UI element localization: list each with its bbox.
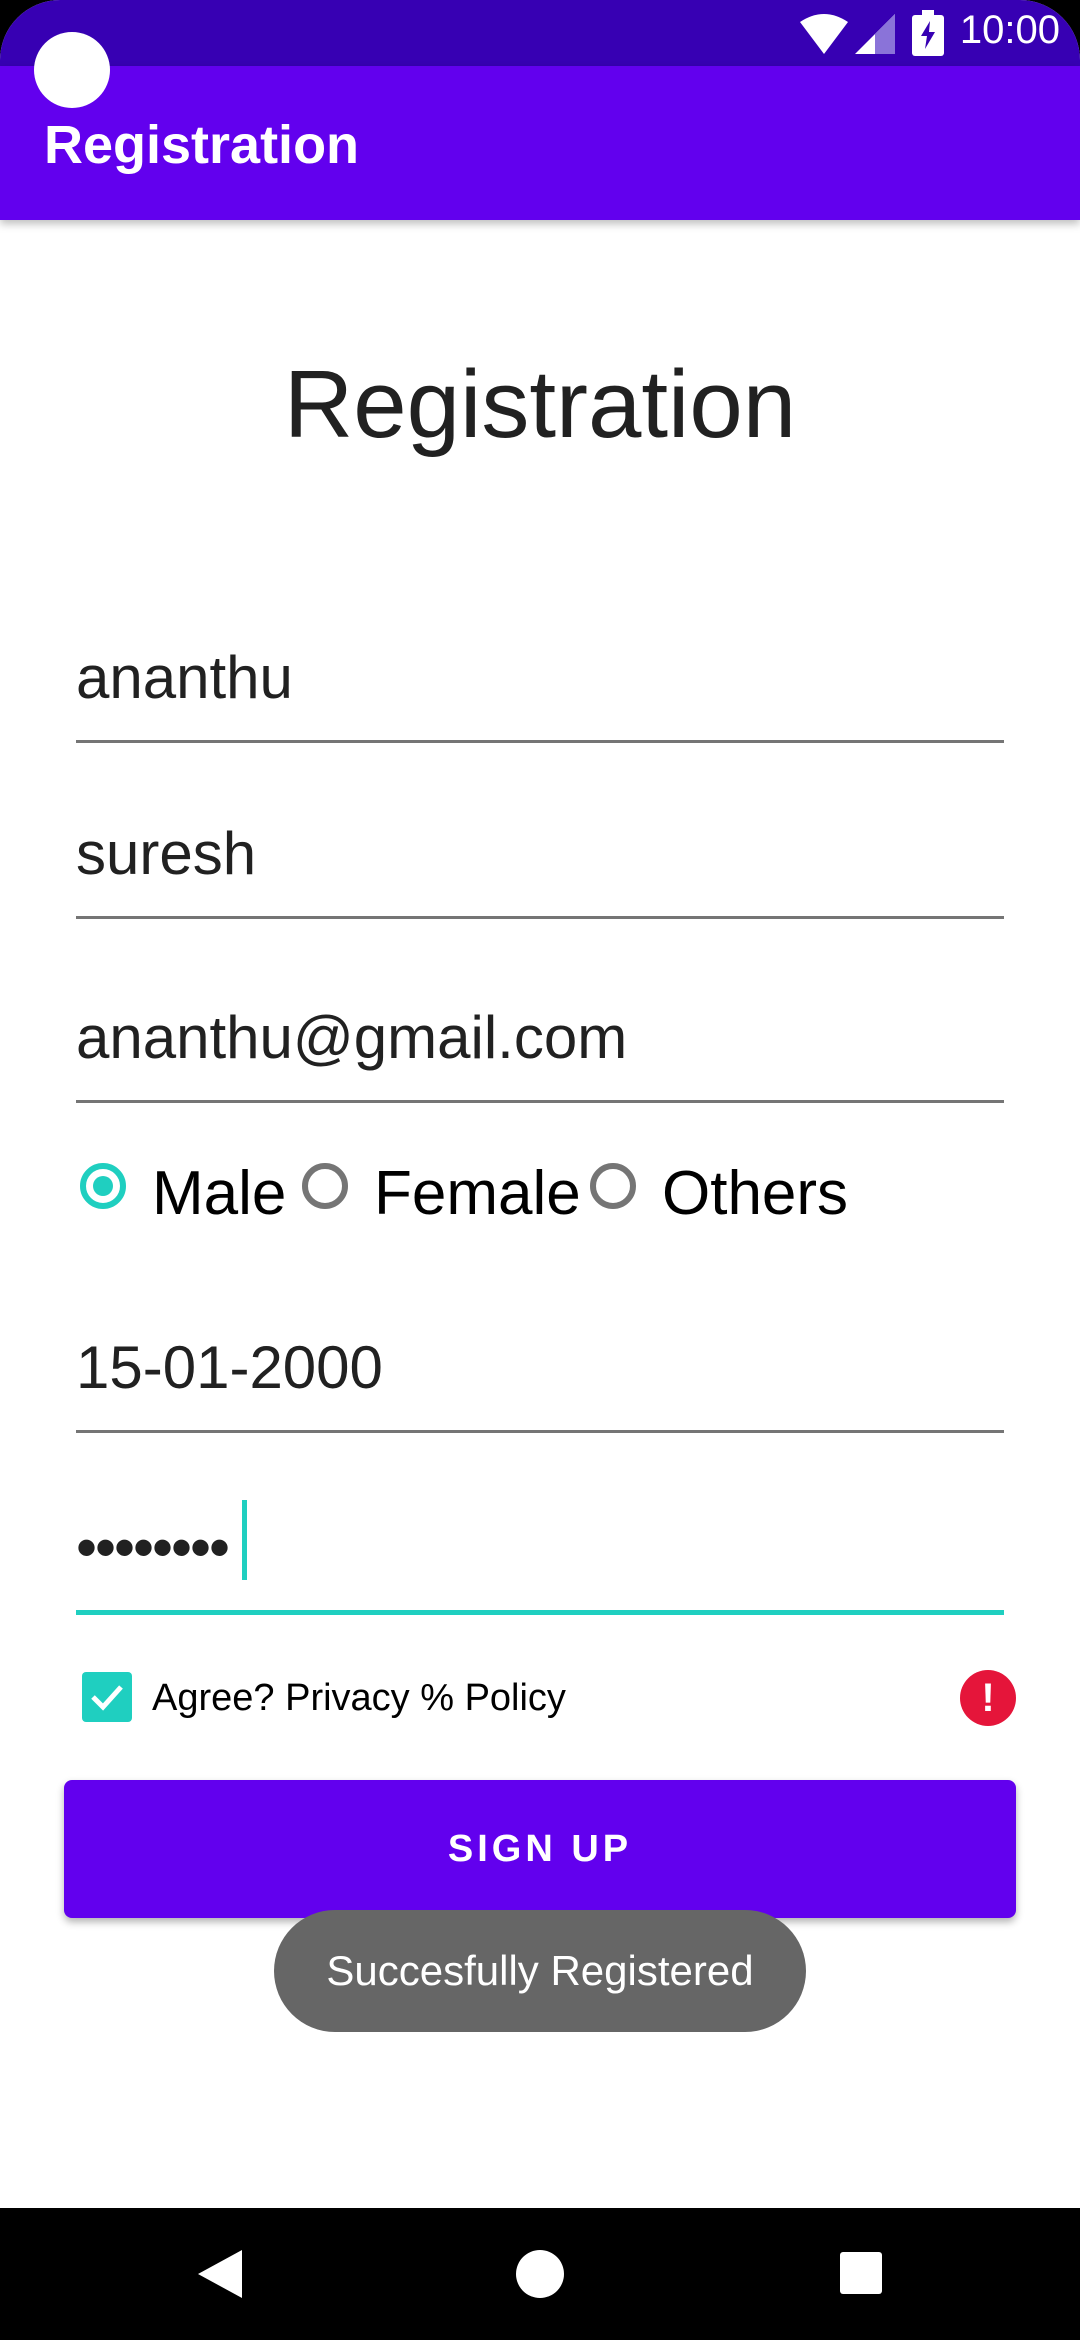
- home-icon[interactable]: [516, 2250, 564, 2298]
- signup-button[interactable]: SIGN UP: [64, 1780, 1016, 1918]
- status-bar: 10:00: [0, 0, 1080, 66]
- last-name-field[interactable]: suresh: [76, 806, 1004, 919]
- screen: 10:00 Registration Registration ananthu …: [0, 0, 1080, 2340]
- check-icon: [91, 1685, 123, 1711]
- password-value: ••••••••: [76, 1514, 230, 1581]
- navigation-bar: [0, 2208, 1080, 2340]
- toast-message: Succesfully Registered: [274, 1910, 806, 2032]
- error-icon: !: [960, 1670, 1016, 1726]
- battery-icon: [912, 10, 944, 56]
- email-field[interactable]: ananthu@gmail.com: [76, 990, 1004, 1103]
- email-value: ananthu@gmail.com: [76, 1004, 628, 1071]
- status-time: 10:00: [959, 8, 1060, 52]
- back-icon[interactable]: [198, 2250, 242, 2298]
- recents-icon[interactable]: [840, 2252, 882, 2294]
- signal-icon: [855, 14, 895, 54]
- password-field[interactable]: ••••••••: [76, 1500, 1004, 1615]
- app-bar: Registration: [0, 66, 1080, 220]
- app-bar-title: Registration: [44, 115, 360, 175]
- radio-others-label[interactable]: Others: [662, 1158, 848, 1229]
- radio-male[interactable]: [80, 1163, 126, 1209]
- last-name-value: suresh: [76, 820, 257, 887]
- first-name-field[interactable]: ananthu: [76, 630, 1004, 743]
- text-cursor: [242, 1500, 247, 1580]
- radio-female[interactable]: [302, 1163, 348, 1209]
- first-name-value: ananthu: [76, 644, 293, 711]
- wifi-icon: [800, 14, 848, 54]
- radio-male-label[interactable]: Male: [152, 1158, 286, 1229]
- radio-female-label[interactable]: Female: [374, 1158, 581, 1229]
- camera-cutout: [34, 32, 110, 108]
- page-title: Registration: [283, 351, 797, 458]
- agree-label[interactable]: Agree? Privacy % Policy: [152, 1677, 566, 1720]
- dob-value: 15-01-2000: [76, 1334, 383, 1401]
- agree-checkbox[interactable]: [82, 1672, 132, 1722]
- gender-radio-group: Male Female Others: [76, 1150, 1004, 1230]
- dob-field[interactable]: 15-01-2000: [76, 1320, 1004, 1433]
- radio-others[interactable]: [590, 1163, 636, 1209]
